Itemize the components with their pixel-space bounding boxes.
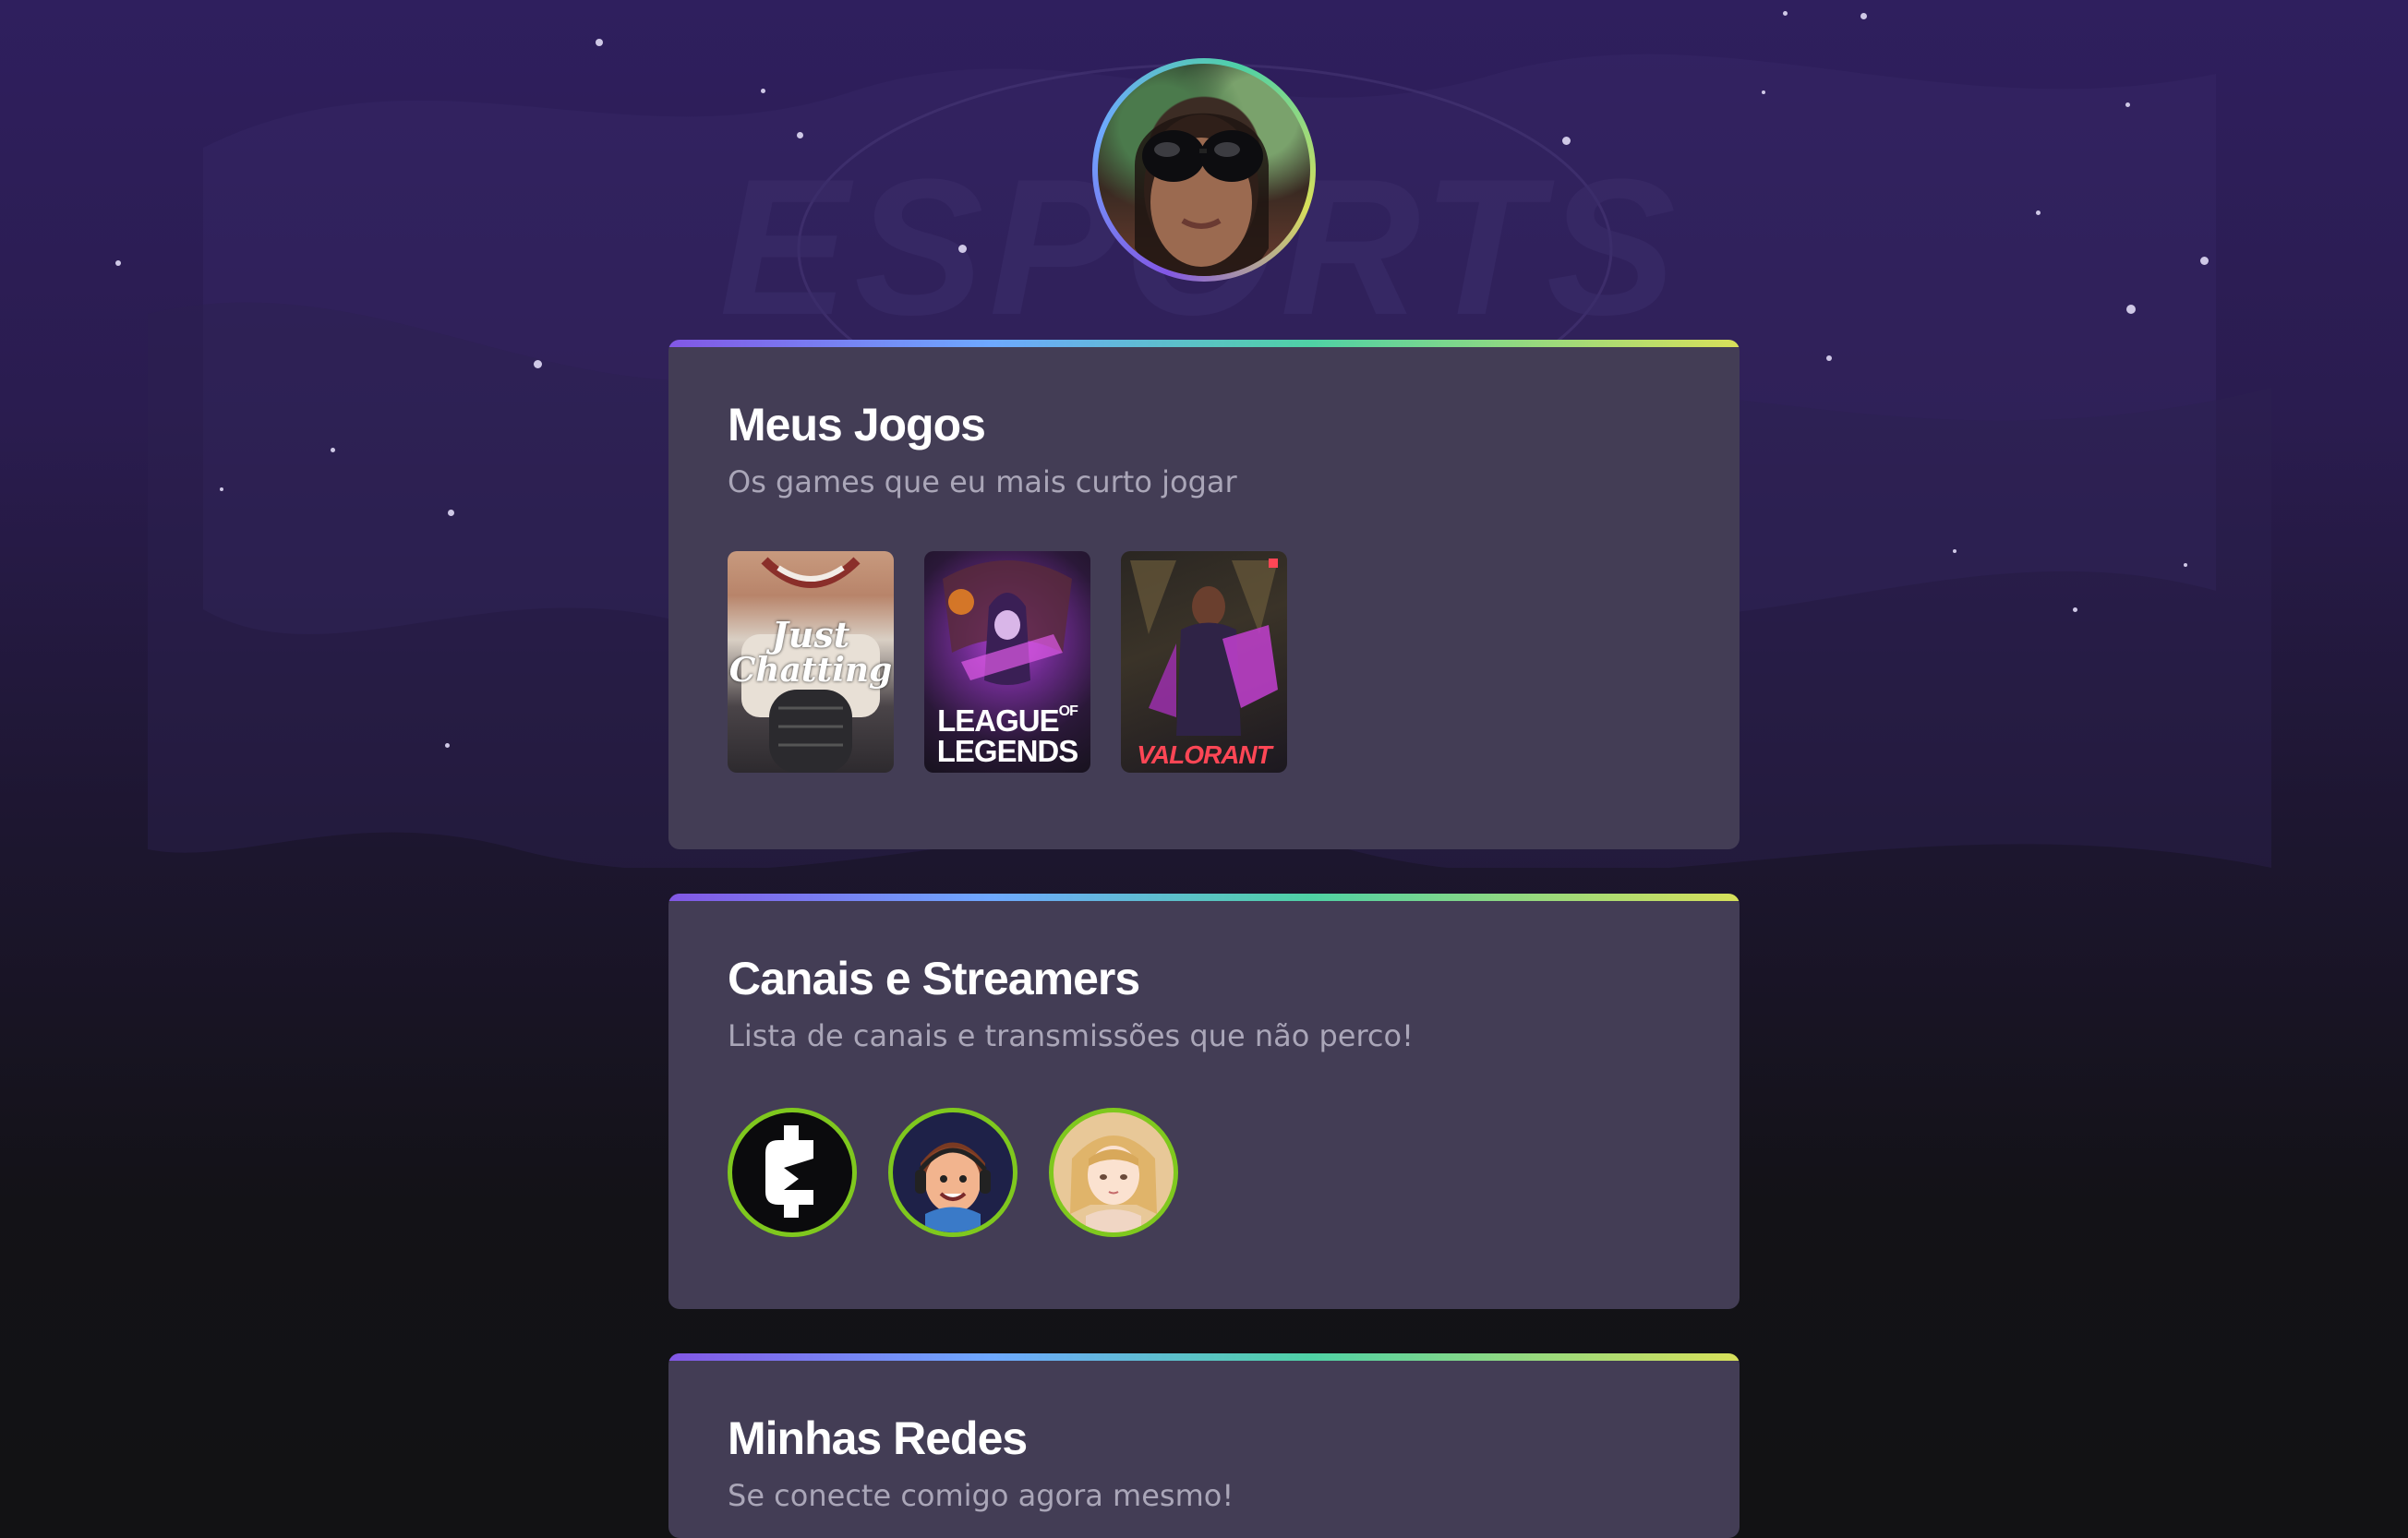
game-league-of-legends[interactable]: LEAGUEOF LEGENDS xyxy=(924,551,1090,773)
game-just-chatting[interactable]: Just Chatting xyxy=(728,551,894,773)
games-subtitle: Os games que eu mais curto jogar xyxy=(728,464,1237,499)
game-label: VALORANT xyxy=(1137,740,1271,769)
streamer-channel-c[interactable] xyxy=(728,1108,857,1237)
game-label-line2: LEGENDS xyxy=(936,734,1079,768)
valorant-art-icon xyxy=(1130,559,1278,736)
socials-subtitle: Se conecte comigo agora mesmo! xyxy=(728,1478,1234,1513)
league-of-word: OF xyxy=(1058,703,1078,719)
profile-avatar xyxy=(1092,58,1316,282)
streamer-anime[interactable] xyxy=(1049,1108,1178,1237)
socials-card: Minhas Redes Se conecte comigo agora mes… xyxy=(668,1353,1740,1538)
games-title: Meus Jogos xyxy=(728,399,986,451)
game-label-line2: Chatting xyxy=(728,651,893,690)
channel-logo-c-icon xyxy=(765,1125,813,1218)
league-word: LEAGUE xyxy=(937,703,1060,738)
streamer-cartoon-headset-icon xyxy=(915,1142,991,1232)
streamers-title: Canais e Streamers xyxy=(728,953,1140,1004)
streamer-cartoon[interactable] xyxy=(888,1108,1017,1237)
streamers-card: Canais e Streamers Lista de canais e tra… xyxy=(668,894,1740,1309)
streamers-list xyxy=(728,1108,1682,1237)
game-label-line1: Just xyxy=(771,614,850,655)
profile-photo-icon xyxy=(1098,64,1310,276)
games-card: Meus Jogos Os games que eu mais curto jo… xyxy=(668,340,1740,849)
socials-title: Minhas Redes xyxy=(728,1412,1028,1464)
streamers-subtitle: Lista de canais e transmissões que não p… xyxy=(728,1018,1414,1053)
game-valorant[interactable]: VALORANT xyxy=(1121,551,1287,773)
streamer-anime-girl-icon xyxy=(1070,1135,1157,1232)
games-list: Just Chatting LEAGUEOF LEGENDS VALORANT xyxy=(728,551,1682,773)
